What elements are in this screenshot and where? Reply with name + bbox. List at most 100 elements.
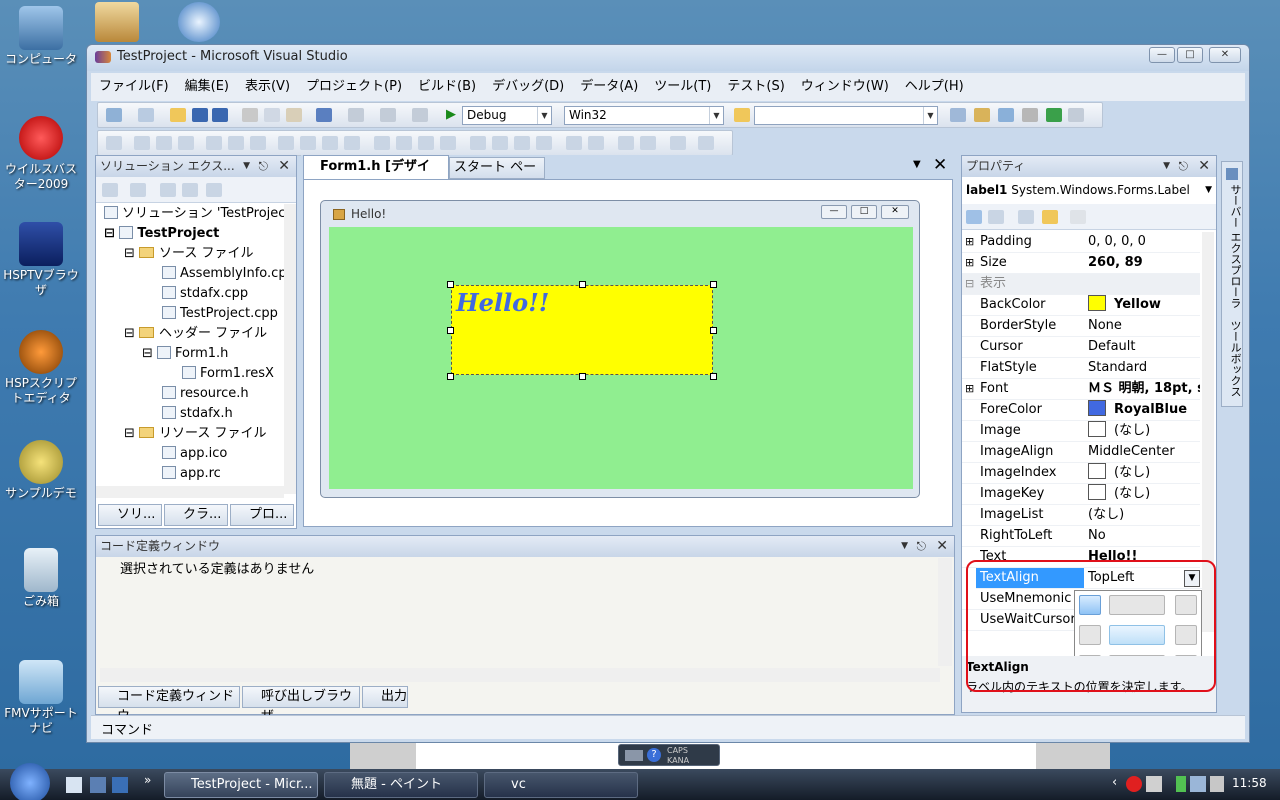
desktop-icon-unknown[interactable]: [95, 2, 139, 42]
find-combo[interactable]: ▼: [754, 106, 938, 125]
prop-row-flatstyle[interactable]: FlatStyle Standard: [962, 358, 1200, 379]
menu-edit[interactable]: 編集(E): [177, 73, 237, 101]
show-all-files-icon[interactable]: [130, 183, 146, 197]
form-client-area[interactable]: Hello!!: [329, 227, 913, 489]
lock-controls-icon[interactable]: [698, 136, 714, 150]
tab-server-explorer[interactable]: サーバー エクスプローラ: [1225, 184, 1242, 309]
maximize-button[interactable]: □: [1177, 47, 1203, 63]
chevron-left-icon[interactable]: ‹: [1112, 775, 1117, 790]
make-same-height-icon[interactable]: [300, 136, 316, 150]
taskbar-item-paint[interactable]: 無題 - ペイント: [324, 772, 478, 798]
redo-icon[interactable]: [348, 108, 364, 122]
tree-item-file[interactable]: resource.h: [162, 384, 249, 404]
tree-item-file[interactable]: stdafx.cpp: [162, 284, 248, 304]
tab-start-page[interactable]: スタート ページ: [449, 157, 545, 195]
close-icon[interactable]: ✕: [933, 155, 947, 175]
form-window[interactable]: Hello! — □ ✕ Hello!!: [320, 200, 920, 498]
config-combo[interactable]: Debug ▼: [462, 106, 552, 125]
vertical-spacing-icon[interactable]: [470, 136, 486, 150]
pin-icon[interactable]: ⎋: [1179, 156, 1189, 177]
prop-row-forecolor[interactable]: ForeColor RoyalBlue: [962, 400, 1200, 421]
resize-handle[interactable]: [710, 327, 717, 334]
menu-file[interactable]: ファイル(F): [91, 73, 177, 101]
battery-icon[interactable]: [1176, 776, 1186, 792]
menu-test[interactable]: テスト(S): [719, 73, 792, 101]
quicklaunch-icon[interactable]: [66, 777, 82, 793]
close-button[interactable]: ✕: [1209, 47, 1241, 63]
pin-icon[interactable]: ⎋: [259, 156, 269, 177]
class-diagram-icon[interactable]: [206, 183, 222, 197]
make-same-size-icon[interactable]: [322, 136, 338, 150]
menu-data[interactable]: データ(A): [572, 73, 646, 101]
desktop-icon-sample-demo[interactable]: サンプルデモ: [0, 440, 82, 501]
tab-class-view[interactable]: クラ...: [164, 504, 228, 526]
resize-handle[interactable]: [579, 373, 586, 380]
navigate-back-icon[interactable]: [380, 108, 396, 122]
add-item-icon[interactable]: [138, 108, 154, 122]
chevron-down-icon[interactable]: ▼: [913, 159, 921, 170]
horizontal-spacing-icon[interactable]: [374, 136, 390, 150]
clock[interactable]: 11:58: [1232, 776, 1267, 790]
desktop-icon-recycle-bin[interactable]: ごみ箱: [0, 548, 82, 609]
object-selector[interactable]: label1 System.Windows.Forms.Label ▼: [962, 180, 1216, 202]
tree-item-file[interactable]: TestProject.cpp: [162, 304, 278, 324]
chevron-down-icon[interactable]: ▼: [1163, 156, 1170, 177]
expand-icon[interactable]: ⊞: [965, 379, 974, 399]
chevron-down-icon[interactable]: ▼: [901, 536, 908, 557]
paste-icon[interactable]: [286, 108, 302, 122]
tab-order-icon[interactable]: [670, 136, 686, 150]
tree-item-file[interactable]: Form1.resX: [182, 364, 274, 384]
increase-hspacing-icon[interactable]: [396, 136, 412, 150]
view-designer-icon[interactable]: [182, 183, 198, 197]
prop-row-backcolor[interactable]: BackColor Yellow: [962, 295, 1200, 316]
start-page-icon[interactable]: [1046, 108, 1062, 122]
increase-vspacing-icon[interactable]: [492, 136, 508, 150]
tab-code-definition[interactable]: コード定義ウィンドウ: [98, 686, 240, 724]
center-vertically-icon[interactable]: [588, 136, 604, 150]
send-to-back-icon[interactable]: [640, 136, 656, 150]
prop-category[interactable]: ⊟ 表示: [962, 274, 1200, 295]
decrease-hspacing-icon[interactable]: [418, 136, 434, 150]
remove-hspacing-icon[interactable]: [440, 136, 456, 150]
menu-debug[interactable]: デバッグ(D): [484, 73, 572, 101]
title-bar[interactable]: TestProject - Microsoft Visual Studio — …: [87, 45, 1249, 71]
keyboard-icon[interactable]: [625, 750, 643, 761]
tree-item-source-folder[interactable]: ⊟ ソース ファイル: [124, 244, 254, 264]
tab-toolbox[interactable]: ツールボックス: [1225, 320, 1242, 397]
label1[interactable]: Hello!!: [451, 285, 713, 375]
safari-icon[interactable]: [178, 2, 220, 42]
center-horizontally-icon[interactable]: [566, 136, 582, 150]
collapse-icon[interactable]: ⊟: [965, 274, 974, 294]
align-rights-icon[interactable]: [178, 136, 194, 150]
expand-icon[interactable]: ⊞: [965, 232, 974, 252]
menu-tools[interactable]: ツール(T): [646, 73, 719, 101]
taskbar-item-vs[interactable]: TestProject - Micr...: [164, 772, 318, 798]
command-window-icon[interactable]: [1068, 108, 1084, 122]
tree-item-file[interactable]: app.ico: [162, 444, 227, 464]
start-debug-icon[interactable]: ▶: [446, 107, 456, 122]
virusbuster-tray-icon[interactable]: [1126, 776, 1142, 792]
help-icon[interactable]: ?: [647, 748, 661, 762]
menu-window[interactable]: ウィンドウ(W): [793, 73, 897, 101]
menu-view[interactable]: 表示(V): [237, 73, 298, 101]
resize-handle[interactable]: [447, 327, 454, 334]
expand-icon[interactable]: ⊞: [965, 253, 974, 273]
properties-icon[interactable]: [1018, 210, 1034, 224]
desktop-icon-computer[interactable]: コンピュータ: [0, 6, 82, 67]
copy-icon[interactable]: [264, 108, 280, 122]
resize-handle[interactable]: [447, 373, 454, 380]
prop-row-imagekey[interactable]: ImageKey (なし): [962, 484, 1200, 505]
open-icon[interactable]: [170, 108, 186, 122]
tree-item-solution[interactable]: ソリューション 'TestProject: [104, 204, 284, 224]
tab-output[interactable]: 出力: [362, 686, 408, 708]
prop-row-size[interactable]: ⊞ Size 260, 89: [962, 253, 1200, 274]
quicklaunch-icon[interactable]: [90, 777, 106, 793]
volume-icon[interactable]: [1210, 776, 1224, 792]
prop-row-imageindex[interactable]: ImageIndex (なし): [962, 463, 1200, 484]
prop-row-righttoleft[interactable]: RightToLeft No: [962, 526, 1200, 547]
view-code-icon[interactable]: [160, 183, 176, 197]
prop-row-borderstyle[interactable]: BorderStyle None: [962, 316, 1200, 337]
align-centers-icon[interactable]: [156, 136, 172, 150]
undo-icon[interactable]: [316, 108, 332, 122]
tree-item-project[interactable]: ⊟ TestProject: [104, 224, 219, 244]
